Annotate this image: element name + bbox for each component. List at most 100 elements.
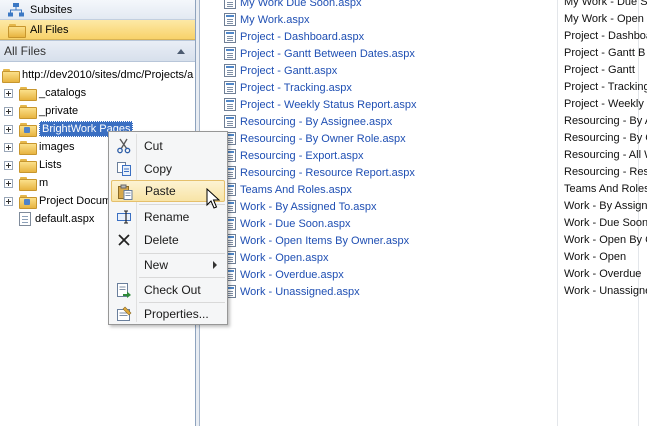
file-name-text: My Work.aspx (240, 13, 310, 26)
folder-icon (19, 105, 37, 119)
file-name-link[interactable]: Project - Weekly Status Report.aspx (224, 98, 416, 111)
special-folder-icon (19, 123, 37, 137)
file-title-cell: Work - Open By C (564, 234, 647, 246)
expand-icon[interactable] (4, 88, 13, 98)
aspx-page-icon (224, 47, 236, 60)
tree-item[interactable]: m (4, 174, 48, 192)
file-name-link[interactable]: Resourcing - By Assignee.aspx (224, 115, 392, 128)
file-title-cell: Work - Unassigne (564, 285, 647, 297)
file-row[interactable]: Project - Gantt.aspx Project - Gantt (200, 63, 647, 80)
tree-item[interactable]: default.aspx (19, 210, 94, 228)
expand-icon[interactable] (4, 106, 13, 116)
file-title-cell: Work - Due Soon (564, 217, 647, 229)
folder-icon (8, 23, 26, 38)
file-row[interactable]: Resourcing - By Assignee.aspx Resourcing … (200, 114, 647, 131)
folder-icon (19, 177, 37, 191)
file-row[interactable]: Work - By Assigned To.aspx Work - By Assi… (200, 199, 647, 216)
collapse-chevron-icon[interactable] (177, 48, 185, 54)
menu-item-check-out[interactable]: Check Out (111, 279, 225, 301)
tree-item[interactable]: Lists (4, 156, 62, 174)
file-row[interactable]: Work - Open.aspx Work - Open (200, 250, 647, 267)
file-name-link[interactable]: Work - Overdue.aspx (224, 268, 344, 281)
nav-all-files[interactable]: All Files (0, 20, 195, 40)
context-menu: Cut Copy Paste Rename Delete New Check O… (108, 131, 228, 325)
tree-item[interactable]: Project Docum (4, 192, 111, 210)
expand-icon[interactable] (4, 142, 13, 152)
file-row[interactable]: Project - Weekly Status Report.aspx Proje… (200, 97, 647, 114)
file-row[interactable]: Project - Gantt Between Dates.aspx Projec… (200, 46, 647, 63)
menu-item-label: Rename (144, 210, 190, 224)
file-title-cell: Project - Gantt (564, 64, 635, 76)
tree-item[interactable]: _private (4, 102, 78, 120)
file-row[interactable]: Work - Unassigned.aspx Work - Unassigne (200, 284, 647, 301)
file-title-cell: Work - Open (564, 251, 627, 263)
file-row[interactable]: Resourcing - By Owner Role.aspx Resourcin… (200, 131, 647, 148)
tree-item-label: Lists (39, 159, 62, 171)
expand-icon[interactable] (4, 196, 13, 206)
menu-item-properties[interactable]: Properties... (111, 303, 225, 325)
expand-icon[interactable] (4, 124, 13, 134)
file-name-link[interactable]: Project - Dashboard.aspx (224, 30, 364, 43)
aspx-page-icon (224, 81, 236, 94)
file-name-link[interactable]: Project - Tracking.aspx (224, 81, 352, 94)
file-row[interactable]: Work - Overdue.aspx Work - Overdue (200, 267, 647, 284)
file-row[interactable]: Resourcing - Resource Report.aspx Resourc… (200, 165, 647, 182)
file-name-link[interactable]: Resourcing - By Owner Role.aspx (224, 132, 406, 145)
nav-subsites[interactable]: Subsites (0, 0, 195, 20)
menu-item-cut[interactable]: Cut (111, 135, 225, 157)
menu-item-delete[interactable]: Delete (111, 229, 225, 251)
menu-item-label: Delete (144, 233, 179, 247)
file-title-cell: Resourcing - By A (564, 115, 647, 127)
folder-icon (19, 87, 37, 101)
folder-icon (19, 141, 37, 155)
file-row[interactable]: Work - Open Items By Owner.aspx Work - Op… (200, 233, 647, 250)
tree-item-label: images (39, 141, 75, 153)
menu-item-copy[interactable]: Copy (111, 158, 225, 180)
file-name-link[interactable]: Work - Unassigned.aspx (224, 285, 360, 298)
submenu-arrow-icon (213, 261, 217, 269)
file-name-text: Work - Overdue.aspx (240, 268, 344, 281)
file-name-link[interactable]: Resourcing - Resource Report.aspx (224, 166, 415, 179)
file-row[interactable]: Project - Dashboard.aspx Project - Dashbo… (200, 29, 647, 46)
tree-root[interactable]: http://dev2010/sites/dmc/Projects/a (2, 66, 193, 84)
folder-icon (19, 159, 37, 173)
tree-item-label: m (39, 177, 49, 189)
file-name-link[interactable]: Resourcing - Export.aspx (224, 149, 364, 162)
file-row[interactable]: My Work.aspx My Work - Open (200, 12, 647, 29)
file-row[interactable]: My Work Due Soon.aspx My Work - Due Soon (200, 0, 647, 12)
copy-icon (116, 161, 132, 177)
tree-item[interactable]: _catalogs (4, 84, 86, 102)
tree-item-label: default.aspx (35, 213, 95, 225)
aspx-page-icon (224, 64, 236, 77)
expand-icon[interactable] (4, 160, 13, 170)
file-row[interactable]: Project - Tracking.aspx Project - Trackin… (200, 80, 647, 97)
file-name-text: Resourcing - By Assignee.aspx (240, 115, 393, 128)
file-row[interactable]: Teams And Roles.aspx Teams And Roles (200, 182, 647, 199)
sites-icon (8, 2, 24, 17)
file-list: My Work Due Soon.aspxMy Work - Due SoonM… (200, 0, 647, 426)
all-files-section-header[interactable]: All Files (0, 40, 195, 62)
file-name-link[interactable]: Work - Open.aspx (224, 251, 328, 264)
rename-icon (116, 209, 132, 225)
file-title-cell: Project - Weekly (564, 98, 644, 110)
scissors-icon (116, 138, 132, 154)
file-row[interactable]: Work - Due Soon.aspx Work - Due Soon (200, 216, 647, 233)
file-title-cell: Project - Gantt B (564, 47, 646, 59)
file-name-link[interactable]: Project - Gantt.aspx (224, 64, 337, 77)
file-title-cell: My Work - Open (564, 13, 644, 25)
file-name-link[interactable]: My Work Due Soon.aspx (224, 0, 361, 9)
file-name-link[interactable]: My Work.aspx (224, 13, 309, 26)
tree-item[interactable]: images (4, 138, 74, 156)
tree-item-label: _catalogs (39, 87, 87, 99)
file-row[interactable]: Resourcing - Export.aspx Resourcing - All… (200, 148, 647, 165)
file-name-link[interactable]: Teams And Roles.aspx (224, 183, 352, 196)
file-name-link[interactable]: Project - Gantt Between Dates.aspx (224, 47, 415, 60)
section-header-label: All Files (4, 44, 47, 58)
file-name-link[interactable]: Work - By Assigned To.aspx (224, 200, 377, 213)
menu-item-label: Cut (144, 139, 163, 153)
expand-icon[interactable] (4, 178, 13, 188)
file-name-link[interactable]: Work - Open Items By Owner.aspx (224, 234, 409, 247)
menu-item-new[interactable]: New (111, 254, 225, 276)
file-name-text: Work - Open.aspx (240, 251, 329, 264)
file-name-link[interactable]: Work - Due Soon.aspx (224, 217, 350, 230)
